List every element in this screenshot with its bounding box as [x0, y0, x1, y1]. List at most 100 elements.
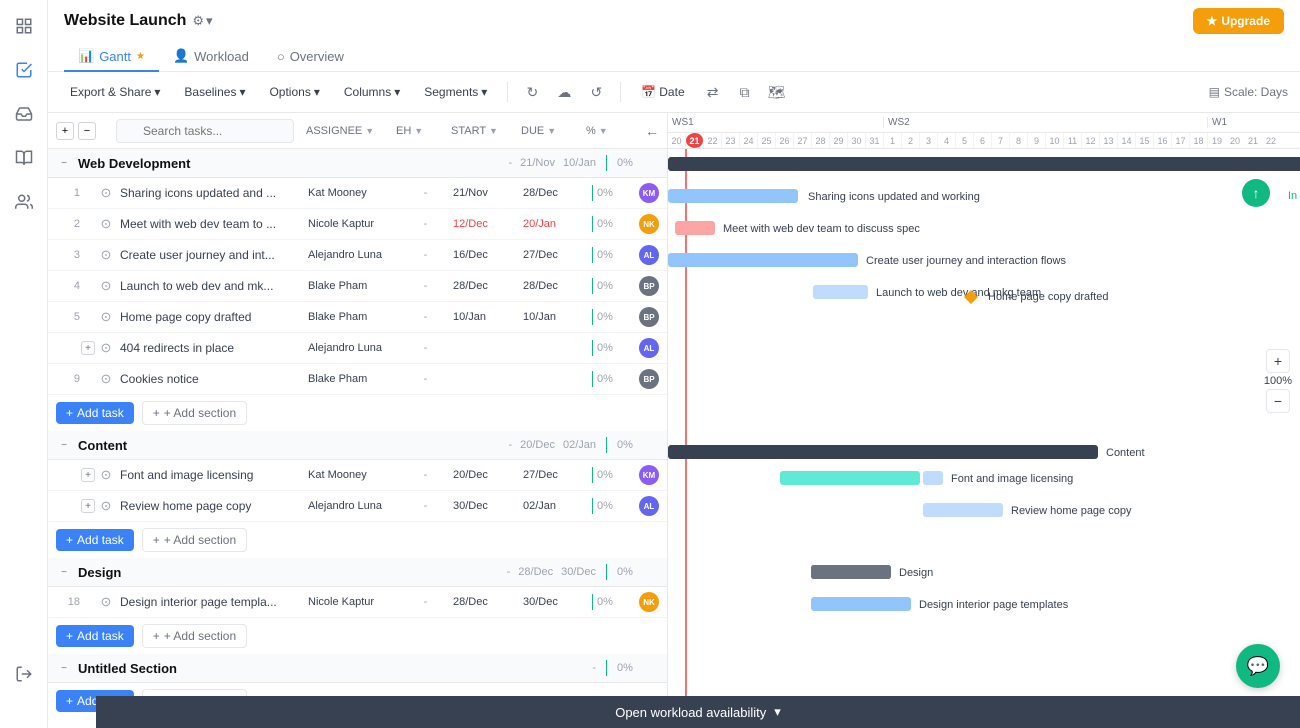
content-collapse-button[interactable]: − — [56, 437, 72, 453]
task-num: 18 — [56, 596, 80, 608]
tab-bar: 📊 Gantt ★ 👤 Workload ○ Overview — [64, 42, 1284, 71]
task-name[interactable]: Review home page copy — [116, 499, 308, 513]
untitled-collapse-button[interactable]: − — [56, 660, 72, 676]
web-dev-add-task-button[interactable]: + Add task — [56, 402, 134, 424]
cloud-icon: ☁ — [557, 84, 571, 101]
task-name[interactable]: Home page copy drafted — [116, 310, 308, 324]
date-button[interactable]: 📅 Date — [631, 81, 694, 103]
zoom-in-button[interactable]: + — [1266, 349, 1290, 373]
gantt-day: 22 — [1262, 133, 1280, 148]
sidebar-inbox[interactable] — [10, 100, 38, 128]
task-name[interactable]: Design interior page templa... — [116, 595, 308, 609]
pct-column-header[interactable]: % ▼ — [582, 125, 637, 137]
task-plus[interactable]: + — [80, 468, 96, 482]
expand-all-button[interactable]: + — [56, 122, 74, 140]
untitled-pct: 0% — [617, 662, 659, 674]
chat-button[interactable]: 💬 — [1236, 644, 1280, 688]
collapse-all-button[interactable]: − — [78, 122, 96, 140]
content-add-task-button[interactable]: + Add task — [56, 529, 134, 551]
export-share-button[interactable]: Export & Share ▾ — [60, 81, 170, 103]
baselines-button[interactable]: Baselines ▾ — [174, 81, 255, 103]
tab-gantt[interactable]: 📊 Gantt ★ — [64, 42, 159, 72]
dropdown-chevron-icon: ▾ — [154, 85, 160, 99]
task-name[interactable]: Font and image licensing — [116, 468, 308, 482]
task-plus[interactable]: + — [80, 341, 96, 355]
refresh-button[interactable]: ↻ — [518, 78, 546, 106]
avatar: KM — [639, 465, 659, 485]
task-check-icon[interactable]: ⊙ — [96, 247, 116, 263]
start-column-header[interactable]: START ▼ — [447, 125, 517, 137]
sidebar-home[interactable] — [10, 12, 38, 40]
task-check-icon[interactable]: ⊙ — [96, 594, 116, 610]
task-check-icon[interactable]: ⊙ — [96, 278, 116, 294]
assignee-column-header[interactable]: ASSIGNEE ▼ — [302, 125, 392, 137]
plus-icon: + — [66, 694, 73, 708]
gantt-day: 26 — [776, 133, 794, 148]
zoom-controls: + 100% − — [1264, 349, 1292, 413]
task-name[interactable]: 404 redirects in place — [116, 341, 308, 355]
content-add-section-button[interactable]: + + Add section — [142, 528, 247, 552]
task-name[interactable]: Cookies notice — [116, 372, 308, 386]
task-check-icon[interactable]: ⊙ — [96, 185, 116, 201]
task-expand-btn[interactable]: + — [81, 341, 95, 355]
due-column-header[interactable]: DUE ▼ — [517, 125, 582, 137]
sync-icon[interactable]: ↑ — [1242, 179, 1270, 207]
section-web-development: − Web Development - 21/Nov 10/Jan 0% — [48, 149, 667, 178]
task-pct: 0% — [597, 342, 639, 354]
design-add-section-button[interactable]: + + Add section — [142, 624, 247, 648]
search-input[interactable] — [116, 119, 294, 143]
workload-availability-bar[interactable]: Open workload availability ▾ — [96, 696, 1300, 728]
task-name[interactable]: Sharing icons updated and ... — [116, 186, 308, 200]
task-check-icon[interactable]: ⊙ — [96, 309, 116, 325]
project-settings-button[interactable]: ⚙ ▾ — [192, 13, 212, 29]
task-check-icon[interactable]: ⊙ — [96, 467, 116, 483]
task-check-icon[interactable]: ⊙ — [96, 216, 116, 232]
content-pct: 0% — [617, 439, 659, 451]
gantt-day: 21 — [686, 133, 704, 148]
task-check-icon[interactable]: ⊙ — [96, 371, 116, 387]
options-button[interactable]: Options ▾ — [259, 81, 329, 103]
zoom-out-button[interactable]: − — [1266, 389, 1290, 413]
sidebar-learn[interactable] — [10, 144, 38, 172]
map-button[interactable]: 🗺 — [763, 78, 791, 106]
avatar: BP — [639, 369, 659, 389]
task-name[interactable]: Create user journey and int... — [116, 248, 308, 262]
tab-overview[interactable]: ○ Overview — [263, 42, 358, 72]
web-dev-collapse-button[interactable]: − — [56, 155, 72, 171]
task-expand-btn[interactable]: + — [81, 499, 95, 513]
gantt-day: 8 — [1010, 133, 1028, 148]
toolbar-divider-1 — [507, 82, 508, 102]
task-eh: - — [398, 218, 453, 230]
task-assignee: Nicole Kaptur — [308, 596, 398, 608]
design-collapse-button[interactable]: − — [56, 564, 72, 580]
task-eh: - — [398, 373, 453, 385]
back-arrow-icon[interactable]: ← — [645, 123, 659, 139]
web-dev-add-section-button[interactable]: + + Add section — [142, 401, 247, 425]
sidebar-people[interactable] — [10, 188, 38, 216]
task-num: 4 — [56, 280, 80, 292]
table-row: 5 ⊙ Home page copy drafted Blake Pham - … — [48, 302, 667, 333]
tab-workload[interactable]: 👤 Workload — [159, 42, 263, 72]
options-label: Options — [269, 85, 310, 99]
upgrade-button[interactable]: ★ Upgrade — [1193, 8, 1284, 34]
columns-button[interactable]: Columns ▾ — [334, 81, 410, 103]
task-expand-btn[interactable]: + — [81, 468, 95, 482]
undo-button[interactable]: ↺ — [582, 78, 610, 106]
sidebar-exit[interactable] — [10, 660, 38, 688]
task-check-icon[interactable]: ⊙ — [96, 498, 116, 514]
eh-column-header[interactable]: EH ▼ — [392, 125, 447, 137]
cloud-button[interactable]: ☁ — [550, 78, 578, 106]
segments-button[interactable]: Segments ▾ — [414, 81, 497, 103]
task-check-icon[interactable]: ⊙ — [96, 340, 116, 356]
workload-bar-label: Open workload availability — [615, 705, 766, 720]
link-button[interactable]: ⇄ — [699, 78, 727, 106]
copy-button[interactable]: ⧉ — [731, 78, 759, 106]
web-dev-bar — [606, 155, 607, 171]
task-pct: 0% — [597, 596, 639, 608]
task-name[interactable]: Meet with web dev team to ... — [116, 217, 308, 231]
design-add-row: + Add task + + Add section — [48, 618, 667, 654]
sidebar-tasks[interactable] — [10, 56, 38, 84]
task-name[interactable]: Launch to web dev and mk... — [116, 279, 308, 293]
design-add-task-button[interactable]: + Add task — [56, 625, 134, 647]
task-plus[interactable]: + — [80, 499, 96, 513]
